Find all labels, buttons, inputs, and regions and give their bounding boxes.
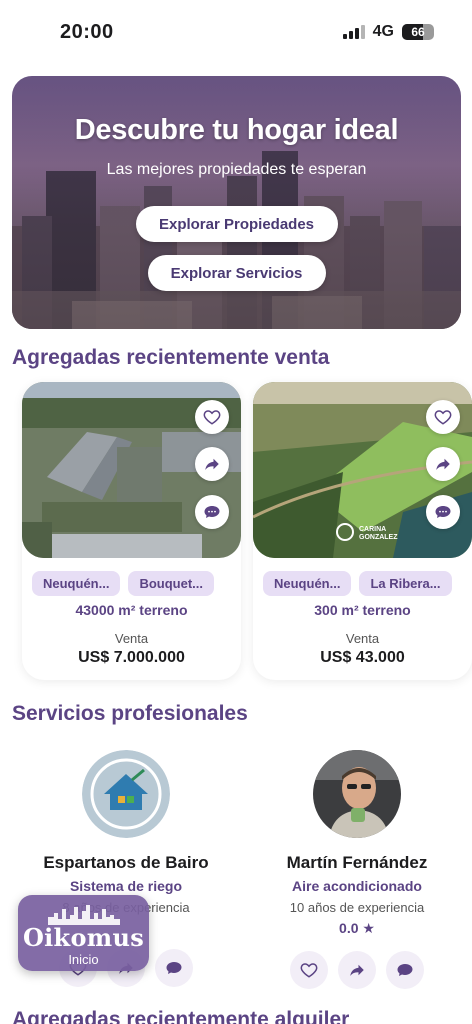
share-button[interactable] xyxy=(426,447,460,481)
hero-title: Descubre tu hogar ideal xyxy=(74,114,399,146)
chat-button[interactable] xyxy=(195,495,229,529)
section-title-recent-rent: Agregadas recientemente alquiler xyxy=(12,1008,350,1024)
property-area: 300 m² terreno xyxy=(314,602,411,618)
explore-properties-button[interactable]: Explorar Propiedades xyxy=(135,206,338,242)
service-actions xyxy=(246,951,468,989)
favorite-button[interactable] xyxy=(426,400,460,434)
share-button[interactable] xyxy=(195,447,229,481)
property-price: US$ 7.000.000 xyxy=(78,649,185,666)
chat-button[interactable] xyxy=(426,495,460,529)
watermark-text: CARINA GONZALEZ xyxy=(359,526,398,541)
property-card[interactable]: CARINA GONZALEZ Neuquén... La Ribera... 3… xyxy=(253,382,472,680)
service-avatar xyxy=(313,750,401,838)
service-avatar xyxy=(82,750,170,838)
property-operation: Venta xyxy=(345,631,380,646)
property-price: US$ 43.000 xyxy=(320,649,405,666)
service-rating: 0.0 ★ xyxy=(339,920,375,936)
heart-icon xyxy=(300,963,318,978)
share-arrow-icon xyxy=(436,458,450,470)
chat-bubble-icon xyxy=(166,962,182,974)
house-logo-icon xyxy=(82,750,170,838)
favorite-button[interactable] xyxy=(195,400,229,434)
property-tags: Neuquén... Bouquet... xyxy=(32,571,231,596)
service-category: Sistema de riego xyxy=(69,878,183,894)
neighborhood-tag[interactable]: Bouquet... xyxy=(128,571,214,596)
status-indicators: 4G 66 xyxy=(342,23,434,41)
heart-icon xyxy=(203,410,221,425)
property-tags: Neuquén... La Ribera... xyxy=(263,571,462,596)
service-category: Aire acondicionado xyxy=(292,878,422,894)
section-title-recent-sale: Agregadas recientemente venta xyxy=(12,346,330,369)
hero-banner: Descubre tu hogar ideal Las mejores prop… xyxy=(12,76,461,329)
service-name: Espartanos de Bairo xyxy=(43,853,209,872)
battery-percent: 66 xyxy=(411,25,425,39)
hero-subtitle: Las mejores propiedades te esperan xyxy=(106,161,367,178)
brand-logo-text: Oikomus xyxy=(22,923,145,952)
share-button[interactable] xyxy=(338,951,376,989)
network-label: 4G xyxy=(372,23,394,40)
skyline-logo-icon xyxy=(48,905,120,925)
neighborhood-tag[interactable]: La Ribera... xyxy=(359,571,452,596)
service-card[interactable]: Martín Fernández Aire acondicionado 10 a… xyxy=(246,736,468,996)
chat-bubble-icon xyxy=(204,506,220,518)
person-photo xyxy=(313,750,401,838)
status-bar: 20:00 4G 66 xyxy=(0,0,472,64)
chat-bubble-icon xyxy=(397,964,413,976)
chat-bubble-icon xyxy=(435,506,451,518)
property-area: 43000 m² terreno xyxy=(75,602,188,618)
service-name: Martín Fernández xyxy=(286,853,428,872)
chat-button[interactable] xyxy=(386,951,424,989)
signal-icon xyxy=(342,25,365,39)
explore-services-button[interactable]: Explorar Servicios xyxy=(147,255,326,291)
chat-button[interactable] xyxy=(155,949,193,987)
location-tag[interactable]: Neuquén... xyxy=(32,571,121,596)
location-tag[interactable]: Neuquén... xyxy=(263,571,352,596)
heart-icon xyxy=(434,410,452,425)
property-operation: Venta xyxy=(114,631,149,646)
status-time: 20:00 xyxy=(60,20,114,43)
battery-icon: 66 xyxy=(402,24,434,40)
share-arrow-icon xyxy=(350,964,364,976)
favorite-button[interactable] xyxy=(290,951,328,989)
service-experience: 10 años de experiencia xyxy=(289,900,425,915)
home-label: Inicio xyxy=(68,952,99,967)
share-arrow-icon xyxy=(205,458,219,470)
home-logo-button[interactable]: Oikomus Inicio xyxy=(18,895,149,971)
property-card[interactable]: Neuquén... Bouquet... 43000 m² terreno V… xyxy=(22,382,241,680)
section-title-services: Servicios profesionales xyxy=(12,702,248,725)
